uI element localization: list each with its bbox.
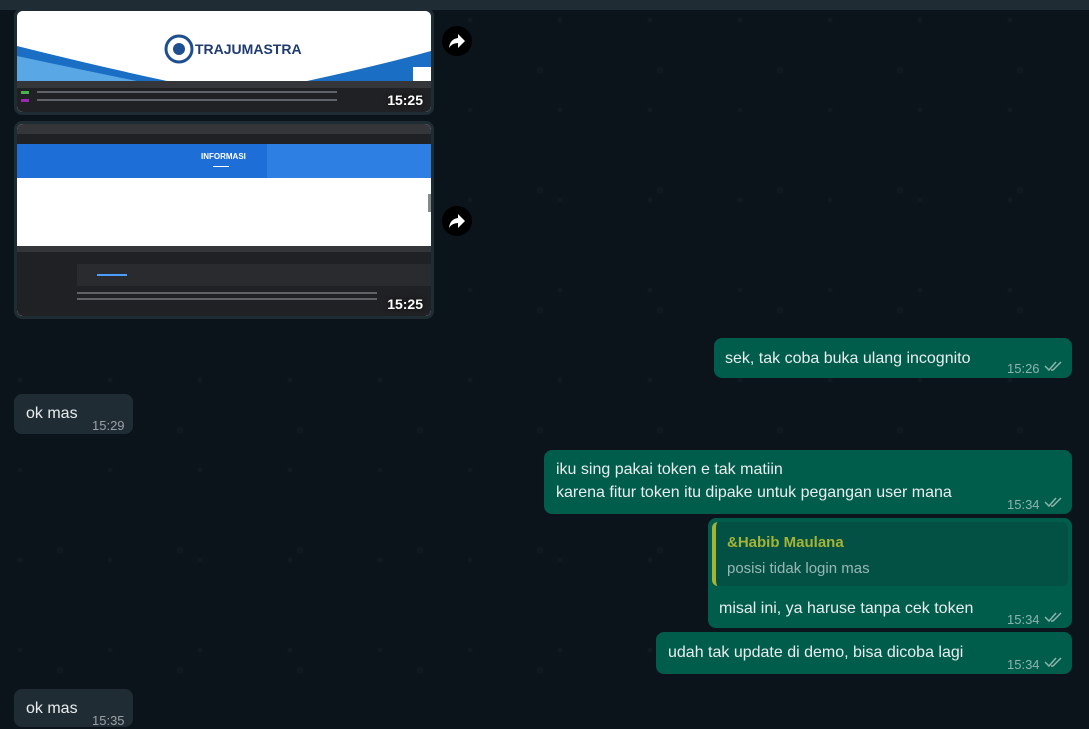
quote-author: &Habib Maulana — [727, 534, 844, 551]
incoming-message[interactable]: ok mas 15:35 — [14, 689, 133, 728]
double-check-icon — [1044, 361, 1062, 372]
brand-text: TRAJUMASTRA — [195, 41, 302, 57]
message-text: udah tak update di demo, bisa dicoba lag… — [668, 644, 964, 661]
forward-button-1[interactable] — [442, 26, 472, 56]
message-time: 15:34 — [1007, 497, 1040, 512]
quoted-message[interactable]: &Habib Maulana posisi tidak login mas — [712, 522, 1068, 586]
forward-icon — [449, 34, 465, 48]
outgoing-reply-message[interactable]: &Habib Maulana posisi tidak login mas mi… — [708, 518, 1072, 628]
forward-button-2[interactable] — [442, 206, 472, 236]
message-time: 15:29 — [92, 418, 125, 433]
screenshot-thumbnail[interactable]: INFORMASI 15:25 — [17, 124, 431, 316]
double-check-icon — [1044, 497, 1062, 508]
chat-panel: TRAJUMASTRA 15:25 INFORMASI 15:25 sek, t… — [0, 0, 1089, 729]
forward-icon — [449, 214, 465, 228]
message-text: misal ini, ya haruse tanpa cek token — [719, 600, 974, 617]
message-time: 15:35 — [92, 713, 125, 728]
message-text-line-2: karena fitur token itu dipake untuk pega… — [556, 484, 952, 501]
incoming-message[interactable]: ok mas 15:29 — [14, 394, 133, 434]
double-check-icon — [1044, 612, 1062, 623]
message-time: 15:34 — [1007, 612, 1040, 627]
message-text-line-1: iku sing pakai token e tak matiin — [556, 461, 783, 478]
outgoing-message[interactable]: iku sing pakai token e tak matiin karena… — [544, 450, 1072, 514]
outgoing-message[interactable]: udah tak update di demo, bisa dicoba lag… — [656, 632, 1072, 674]
message-time: 15:26 — [1007, 361, 1040, 376]
outgoing-message[interactable]: sek, tak coba buka ulang incognito 15:26 — [714, 338, 1072, 378]
image-timestamp: 15:25 — [387, 296, 423, 312]
message-time: 15:34 — [1007, 657, 1040, 672]
message-text: sek, tak coba buka ulang incognito — [725, 350, 971, 367]
double-check-icon — [1044, 657, 1062, 668]
screenshot-thumbnail[interactable]: TRAJUMASTRA 15:25 — [17, 11, 431, 112]
website-screenshot-image — [17, 11, 431, 112]
image-timestamp: 15:25 — [387, 92, 423, 108]
message-text: ok mas — [26, 700, 78, 717]
message-text: ok mas — [26, 405, 78, 422]
banner-title: INFORMASI — [201, 152, 246, 161]
image-message-2[interactable]: INFORMASI 15:25 — [14, 121, 434, 319]
image-message-1[interactable]: TRAJUMASTRA 15:25 — [14, 8, 434, 115]
quote-text: posisi tidak login mas — [727, 560, 870, 577]
